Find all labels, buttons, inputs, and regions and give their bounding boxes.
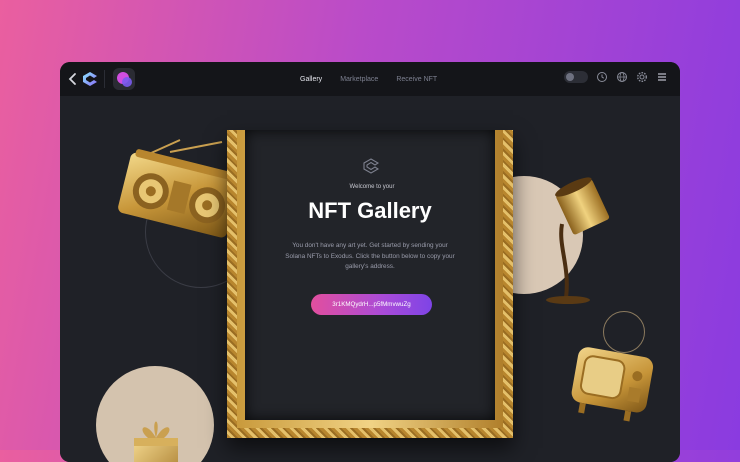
nft-app-icon[interactable] [113, 68, 135, 90]
toolbar-right [564, 71, 668, 83]
lock-toggle-icon[interactable] [564, 71, 588, 83]
globe-icon[interactable] [616, 71, 628, 83]
tab-marketplace[interactable]: Marketplace [340, 76, 378, 83]
gallery-content: Welcome to your NFT Gallery You don't ha… [60, 96, 680, 462]
exodus-logo-icon[interactable] [82, 71, 98, 87]
copy-address-button[interactable]: 3r1KMQydrH...p5fMmvwuZg [311, 294, 432, 315]
welcome-text: Welcome to your [349, 184, 395, 190]
menu-icon[interactable] [656, 71, 668, 83]
empty-state-description: You don't have any art yet. Get started … [285, 242, 455, 270]
gold-boombox-image [118, 139, 240, 238]
top-bar: Gallery Marketplace Receive NFT [60, 62, 680, 96]
tab-gallery[interactable]: Gallery [300, 76, 322, 83]
gold-gift-box-image [134, 421, 178, 462]
gold-retro-tv-image [571, 347, 654, 422]
gear-icon[interactable] [636, 71, 648, 83]
page-title: NFT Gallery [308, 198, 432, 223]
exodus-logo-icon [363, 158, 379, 174]
toolbar-divider [104, 70, 105, 88]
app-window: Gallery Marketplace Receive NFT Welcome … [60, 62, 680, 462]
chevron-left-icon[interactable] [66, 72, 80, 86]
history-icon[interactable] [596, 71, 608, 83]
gold-paint-can-image [546, 177, 610, 304]
gold-picture-frame [227, 130, 513, 438]
main-nav: Gallery Marketplace Receive NFT [300, 62, 437, 96]
tab-receive-nft[interactable]: Receive NFT [396, 76, 437, 83]
